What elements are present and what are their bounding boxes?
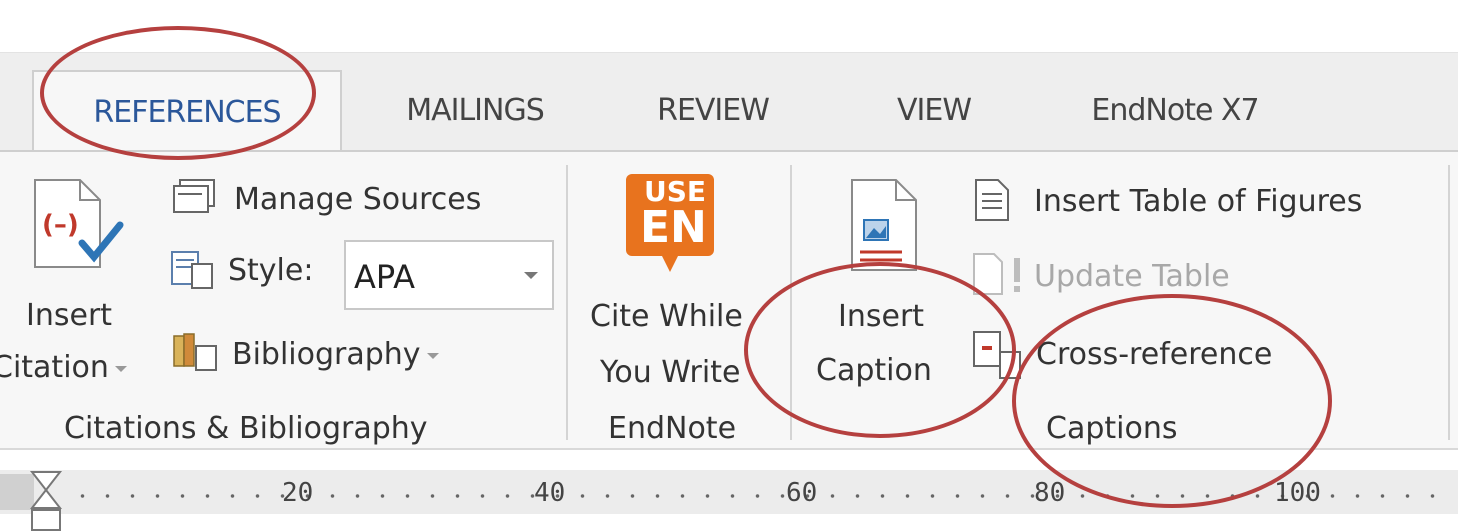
cite-while-label-1: Cite While <box>590 299 743 334</box>
style-label: Style: <box>228 253 314 288</box>
insert-citation-icon: (–) <box>34 179 124 268</box>
citations-group-label: Citations & Bibliography <box>64 411 428 446</box>
group-separator <box>1448 165 1450 440</box>
bibliography-icon <box>173 333 217 371</box>
ruler-label-20: 20 <box>282 478 314 508</box>
cite-while-you-write-button[interactable]: USE EN Cite While You Write <box>580 168 780 398</box>
chevron-down-icon <box>426 352 439 359</box>
bibliography-button[interactable]: Bibliography <box>170 330 500 380</box>
update-table-label: Update Table <box>1034 259 1230 294</box>
cross-reference-button[interactable]: Cross-reference <box>970 330 1320 380</box>
manage-sources-label: Manage Sources <box>234 182 482 217</box>
table-of-figures-icon <box>975 179 1009 221</box>
ruler-label-100: 100 <box>1274 478 1321 508</box>
insert-citation-label-2: Citation <box>0 353 127 383</box>
indent-marker-icon[interactable] <box>30 470 64 532</box>
insert-table-of-figures-button[interactable]: Insert Table of Figures <box>970 178 1430 228</box>
update-table-icon <box>973 253 1020 295</box>
tab-mailings[interactable]: MAILINGS <box>370 70 580 152</box>
horizontal-ruler[interactable] <box>0 470 1458 514</box>
insert-caption-label-1: Insert <box>838 299 925 334</box>
ruler-ticks <box>70 494 1450 498</box>
update-table-button[interactable]: Update Table <box>970 252 1300 302</box>
insert-citation-button[interactable]: (–) Insert Citation <box>0 165 150 395</box>
ruler-label-40: 40 <box>534 478 566 508</box>
chevron-down-icon <box>114 365 127 372</box>
ruler-label-60: 60 <box>786 478 818 508</box>
captions-group-label: Captions <box>1046 411 1178 446</box>
tab-review[interactable]: REVIEW <box>628 70 798 152</box>
endnote-badge-bottom: EN <box>640 202 707 253</box>
insert-table-of-figures-label: Insert Table of Figures <box>1034 184 1363 219</box>
manage-sources-button[interactable]: Manage Sources <box>170 178 540 224</box>
insert-caption-label-2: Caption <box>816 353 932 388</box>
ruler-label-80: 80 <box>1034 478 1066 508</box>
manage-sources-icon <box>173 179 215 213</box>
insert-caption-button[interactable]: Insert Caption <box>800 170 960 400</box>
ruler-margin <box>0 474 34 510</box>
insert-caption-icon <box>851 179 917 271</box>
group-separator <box>790 165 792 440</box>
tab-view[interactable]: VIEW <box>874 70 994 152</box>
svg-text:(–): (–) <box>42 210 79 240</box>
cross-reference-icon <box>973 331 1021 379</box>
endnote-group-label: EndNote <box>608 411 737 446</box>
cross-reference-label: Cross-reference <box>1036 337 1273 372</box>
style-dropdown-value: APA <box>354 258 416 296</box>
style-icon <box>171 251 213 289</box>
style-row: Style: <box>170 250 350 296</box>
chevron-down-icon <box>524 272 538 279</box>
cite-while-label-2: You Write <box>600 355 741 390</box>
group-separator <box>566 165 568 440</box>
insert-citation-label-1: Insert <box>26 298 113 333</box>
style-dropdown[interactable]: APA <box>344 240 554 310</box>
tab-endnote-x7[interactable]: EndNote X7 <box>1060 70 1290 152</box>
tab-references[interactable]: REFERENCES <box>32 70 342 152</box>
bibliography-label: Bibliography <box>232 340 439 370</box>
